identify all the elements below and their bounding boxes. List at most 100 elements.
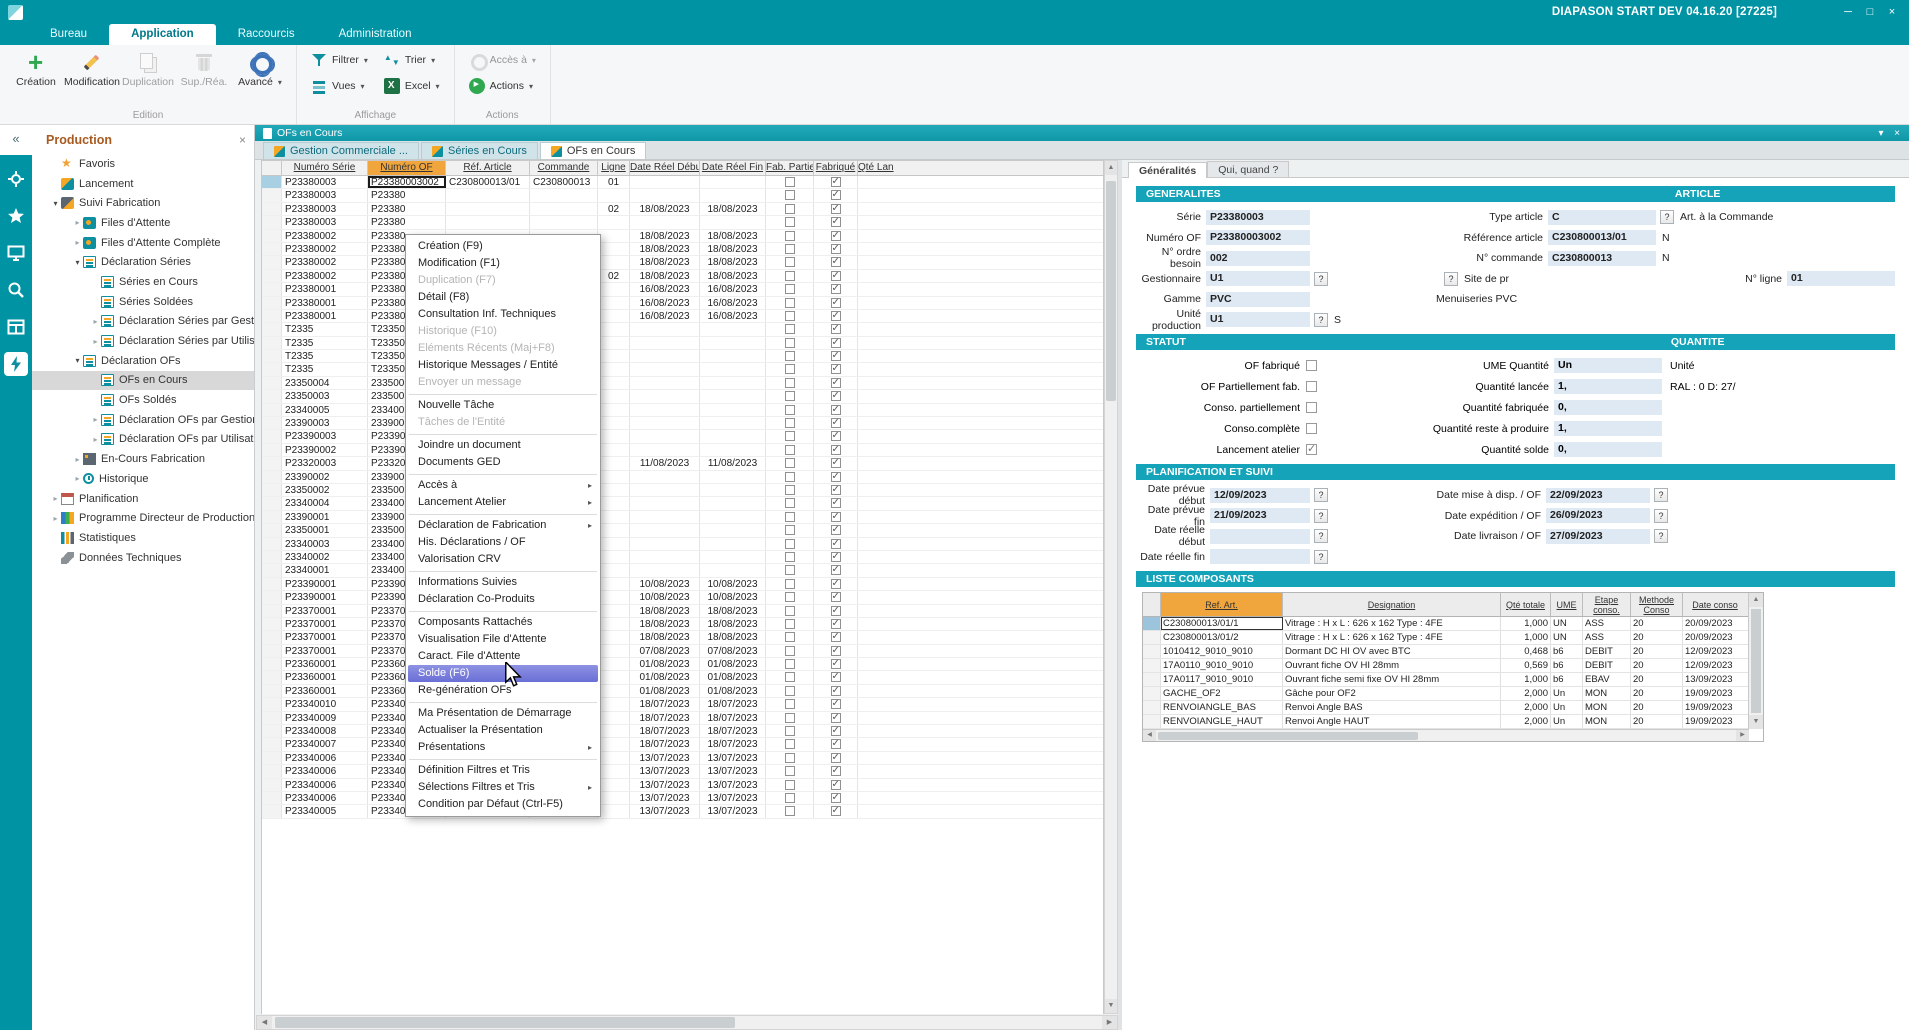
fabrique-checkbox[interactable] — [831, 204, 841, 214]
fabrique-checkbox[interactable] — [831, 324, 841, 334]
context-menu-item[interactable]: Consultation Inf. Techniques ▸ — [406, 306, 600, 323]
row-indicator[interactable] — [1143, 645, 1161, 658]
cell-numero-serie[interactable]: 23350003 — [282, 390, 368, 402]
cell-numero-serie[interactable]: 23340001 — [282, 564, 368, 576]
cell-ligne[interactable] — [598, 283, 630, 295]
cell-ref-art[interactable]: C230800013/01/2 — [1161, 631, 1283, 644]
cell-date-debut[interactable]: 07/08/2023 — [630, 645, 700, 657]
cell-qte-lancee[interactable] — [858, 698, 1103, 710]
cell-ligne[interactable] — [598, 189, 630, 201]
composant-row[interactable]: 1010412_9010_9010 Dormant DC HI OV avec … — [1143, 645, 1749, 659]
row-indicator[interactable] — [262, 256, 282, 268]
column-header[interactable]: Methode Conso — [1631, 593, 1683, 616]
row-indicator[interactable] — [262, 805, 282, 817]
fab-partielle-checkbox[interactable] — [785, 552, 795, 562]
cell-qte-lancee[interactable] — [858, 538, 1103, 550]
cell-qte-lancee[interactable] — [858, 658, 1103, 670]
row-indicator[interactable] — [262, 765, 282, 777]
help-button[interactable]: ? — [1660, 210, 1674, 224]
row-indicator[interactable] — [1143, 631, 1161, 644]
maximize-button[interactable]: □ — [1859, 3, 1881, 21]
cell-qte-lancee[interactable] — [858, 444, 1103, 456]
tree-expander-icon[interactable] — [72, 455, 83, 464]
unite-production-field[interactable]: U1 — [1206, 312, 1310, 327]
cell-ligne[interactable] — [598, 497, 630, 509]
table-row[interactable]: 23340002 233400 — [262, 551, 1103, 564]
context-menu-item[interactable]: Sélections Filtres et Tris ▸ — [406, 779, 600, 796]
cell-date-fin[interactable]: 18/07/2023 — [700, 712, 766, 724]
cell-date-debut[interactable]: 10/08/2023 — [630, 591, 700, 603]
ligne-field[interactable]: 01 — [1787, 271, 1895, 286]
context-menu-item[interactable]: Re-génération OFs ▸ — [406, 682, 600, 699]
table-row[interactable]: P23390001 P23390 10/08/2023 10/08/2023 — [262, 578, 1103, 591]
cell-qte-lancee[interactable] — [858, 685, 1103, 697]
fab-partielle-checkbox[interactable] — [785, 632, 795, 642]
help-button[interactable]: ? — [1314, 272, 1328, 286]
gear-icon[interactable] — [4, 167, 28, 191]
cell-date-debut[interactable] — [630, 417, 700, 429]
fab-partielle-checkbox[interactable] — [785, 498, 795, 508]
cell-ligne[interactable] — [598, 564, 630, 576]
fabrique-checkbox[interactable] — [831, 458, 841, 468]
fab-partielle-checkbox[interactable] — [785, 364, 795, 374]
row-indicator[interactable] — [262, 538, 282, 550]
cell-date-debut[interactable] — [630, 216, 700, 228]
cell-date-debut[interactable]: 18/07/2023 — [630, 698, 700, 710]
cell-methode-conso[interactable]: 20 — [1631, 715, 1683, 728]
cell-methode-conso[interactable]: 20 — [1631, 645, 1683, 658]
cell-ume[interactable]: UN — [1551, 617, 1583, 630]
row-indicator[interactable] — [262, 323, 282, 335]
statut-checkbox[interactable] — [1306, 444, 1317, 455]
quantite-field[interactable]: 0, — [1554, 400, 1662, 415]
cell-numero-serie[interactable]: P23320003 — [282, 457, 368, 469]
cell-ume[interactable]: b6 — [1551, 645, 1583, 658]
cell-date-debut[interactable]: 01/08/2023 — [630, 671, 700, 683]
cell-ref-art[interactable]: 17A0117_9010_9010 — [1161, 673, 1283, 686]
column-header[interactable]: Fab. Partielle — [766, 161, 814, 175]
cell-ligne[interactable] — [598, 752, 630, 764]
fabrique-checkbox[interactable] — [831, 217, 841, 227]
context-menu-item[interactable]: Présentations ▸ — [406, 739, 600, 756]
cell-ume[interactable]: Un — [1551, 701, 1583, 714]
column-header[interactable]: Commande — [530, 161, 598, 175]
tree-expander-icon[interactable] — [72, 238, 83, 247]
cell-numero-serie[interactable]: P23380003 — [282, 189, 368, 201]
cell-numero-serie[interactable]: T2335 — [282, 323, 368, 335]
nav-tree-item[interactable]: Historique — [32, 469, 254, 489]
table-row[interactable]: P23390003 P23390 — [262, 430, 1103, 443]
ribbon-button[interactable]: Sup./Réa. — [176, 47, 232, 107]
cell-qte-totale[interactable]: 1,000 — [1501, 617, 1551, 630]
fab-partielle-checkbox[interactable] — [785, 565, 795, 575]
help-button[interactable]: ? — [1654, 488, 1668, 502]
cell-ligne[interactable] — [598, 618, 630, 630]
row-indicator[interactable] — [262, 270, 282, 282]
detail-tab[interactable]: Qui, quand ? — [1207, 161, 1289, 177]
cell-numero-serie[interactable]: P23390001 — [282, 591, 368, 603]
cell-qte-lancee[interactable] — [858, 805, 1103, 817]
row-indicator[interactable] — [262, 658, 282, 670]
cell-etape-conso[interactable]: ASS — [1583, 617, 1631, 630]
cell-ume[interactable]: b6 — [1551, 673, 1583, 686]
composant-row[interactable]: RENVOIANGLE_HAUT Renvoi Angle HAUT 2,000… — [1143, 715, 1749, 729]
fab-partielle-checkbox[interactable] — [785, 324, 795, 334]
row-indicator[interactable] — [262, 645, 282, 657]
cell-qte-lancee[interactable] — [858, 337, 1103, 349]
table-row[interactable]: T2335 T23350 — [262, 323, 1103, 336]
cell-numero-serie[interactable]: P23390001 — [282, 578, 368, 590]
table-row[interactable]: 23350002 233500 — [262, 484, 1103, 497]
tree-expander-icon[interactable] — [50, 514, 61, 523]
serie-field[interactable]: P23380003 — [1206, 210, 1310, 225]
cell-qte-lancee[interactable] — [858, 564, 1103, 576]
row-indicator[interactable] — [262, 605, 282, 617]
fabrique-checkbox[interactable] — [831, 632, 841, 642]
ribbon-button[interactable]: Duplication — [120, 47, 176, 107]
fabrique-checkbox[interactable] — [831, 298, 841, 308]
column-header[interactable]: Etape conso. — [1583, 593, 1631, 616]
reference-article-field[interactable]: C230800013/01 — [1548, 230, 1656, 245]
fab-partielle-checkbox[interactable] — [785, 378, 795, 388]
table-row[interactable]: T2335 T23350 — [262, 337, 1103, 350]
table-row[interactable]: T2335 T23350 — [262, 363, 1103, 376]
fabrique-checkbox[interactable] — [831, 713, 841, 723]
cell-ume[interactable]: Un — [1551, 687, 1583, 700]
row-indicator[interactable] — [262, 712, 282, 724]
